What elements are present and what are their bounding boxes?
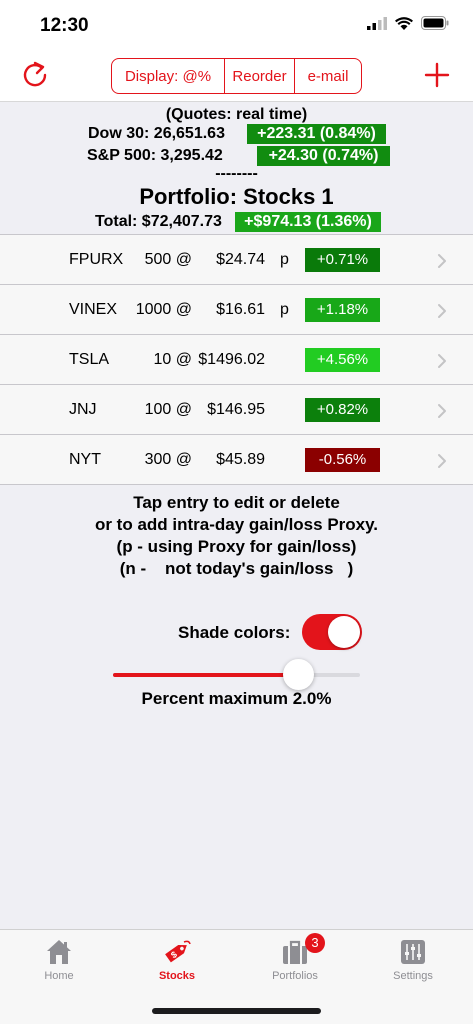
percent-change-badge: +0.71%: [305, 248, 380, 272]
status-icons: [367, 16, 449, 30]
stock-symbol: JNJ: [69, 401, 97, 418]
help-line: (p - using Proxy for gain/loss): [116, 537, 357, 556]
help-text: Tap entry to edit or delete or to add int…: [0, 492, 473, 580]
shade-colors-toggle[interactable]: [302, 614, 362, 650]
wifi-icon: [395, 16, 413, 30]
status-bar: 12:30: [0, 0, 473, 52]
quotes-mode-label: (Quotes: real time): [165, 106, 308, 123]
percent-change-badge: -0.56%: [305, 448, 380, 472]
sp-label: S&P 500: 3,295.42: [87, 147, 223, 164]
signal-icon: [367, 16, 387, 30]
holdings-table: FPURX 500 @ $24.74 p +0.71% VINEX 1000 @ $16.61…: [0, 234, 473, 485]
table-row[interactable]: VINEX 1000 @ $16.61 p +1.18%: [0, 285, 473, 335]
refresh-icon[interactable]: [20, 60, 50, 90]
tag-icon: $: [165, 940, 191, 963]
battery-icon: [421, 16, 449, 30]
toggle-knob: [328, 616, 360, 648]
divider-text: --------: [215, 165, 258, 182]
percent-max-slider[interactable]: [113, 659, 360, 690]
help-line: (n - not today's gain/loss ): [119, 559, 354, 578]
total-label: Total: $72,407.73: [95, 213, 222, 230]
table-row[interactable]: TSLA 10 @ $1496.02 +4.56%: [0, 335, 473, 385]
tab-label: Stocks: [158, 970, 196, 982]
stock-price: $45.89: [216, 451, 265, 468]
stock-quantity: 300 @: [144, 451, 192, 468]
percent-change-badge: +1.18%: [305, 298, 380, 322]
stock-quantity: 10 @: [153, 351, 192, 368]
display-mode-button[interactable]: Display: @%: [112, 59, 224, 93]
percent-change-badge: +0.82%: [305, 398, 380, 422]
stock-symbol: NYT: [69, 451, 101, 468]
email-button[interactable]: e-mail: [294, 59, 361, 93]
sp-change-badge: +24.30 (0.74%): [257, 146, 390, 166]
stock-quantity: 1000 @: [135, 301, 192, 318]
home-indicator: [152, 1008, 321, 1014]
total-change-badge: +$974.13 (1.36%): [235, 212, 381, 232]
table-row[interactable]: NYT 300 @ $45.89 -0.56%: [0, 435, 473, 485]
tab-label: Settings: [393, 970, 433, 982]
tab-portfolios[interactable]: 3 Portfolios: [236, 930, 354, 990]
slider-thumb[interactable]: [283, 659, 315, 690]
stock-price: $24.74: [216, 251, 265, 268]
stock-price: $1496.02: [198, 351, 265, 368]
tab-label: Portfolios: [272, 970, 318, 982]
stock-symbol: VINEX: [69, 301, 118, 318]
chevron-right-icon: [438, 404, 446, 418]
percent-change-badge: +4.56%: [305, 348, 380, 372]
add-icon[interactable]: [423, 61, 451, 89]
chevron-right-icon: [438, 304, 446, 318]
reorder-button[interactable]: Reorder: [224, 59, 294, 93]
dow-change-badge: +223.31 (0.84%): [247, 124, 386, 144]
tab-label: Home: [44, 970, 74, 982]
stock-quantity: 500 @: [144, 251, 192, 268]
chevron-right-icon: [438, 354, 446, 368]
status-time: 12:30: [40, 15, 89, 36]
stock-price: $16.61: [216, 301, 265, 318]
tab-settings[interactable]: Settings: [354, 930, 472, 990]
tab-home[interactable]: Home: [0, 930, 118, 990]
chevron-right-icon: [438, 454, 446, 468]
shade-colors-label: Shade colors:: [178, 623, 291, 642]
nav-bar: Display: @% Reorder e-mail: [0, 52, 473, 102]
stock-quantity: 100 @: [144, 401, 192, 418]
table-row[interactable]: JNJ 100 @ $146.95 +0.82%: [0, 385, 473, 435]
proxy-flag: p: [280, 251, 289, 268]
portfolio-title: Portfolio: Stocks 1: [139, 184, 334, 209]
chevron-right-icon: [438, 254, 446, 268]
portfolios-badge: 3: [305, 933, 325, 953]
proxy-flag: p: [280, 301, 289, 318]
percent-max-label: Percent maximum 2.0%: [141, 689, 332, 708]
slider-fill: [113, 673, 299, 677]
tab-stocks[interactable]: $ Stocks: [118, 930, 236, 990]
segmented-control: Display: @% Reorder e-mail: [111, 58, 362, 94]
home-icon: [47, 940, 71, 964]
help-line: Tap entry to edit or delete: [133, 493, 340, 512]
stock-symbol: TSLA: [69, 351, 110, 368]
table-row[interactable]: FPURX 500 @ $24.74 p +0.71%: [0, 235, 473, 285]
stock-symbol: FPURX: [69, 251, 124, 268]
dow-label: Dow 30: 26,651.63: [88, 125, 225, 142]
help-line: or to add intra-day gain/loss Proxy.: [94, 515, 379, 534]
stock-price: $146.95: [207, 401, 265, 418]
sliders-icon: [401, 940, 425, 964]
